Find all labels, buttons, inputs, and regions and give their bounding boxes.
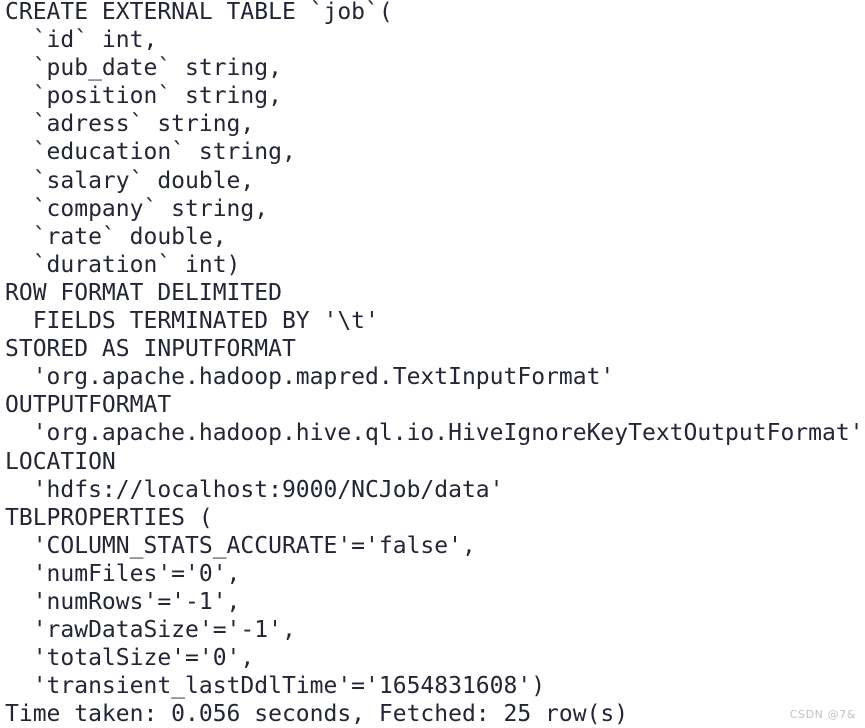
- code-line: 'transient_lastDdlTime'='1654831608'): [5, 673, 546, 700]
- code-line: CREATE EXTERNAL TABLE `job`(: [5, 0, 393, 25]
- code-line: 'numRows'='-1',: [5, 588, 241, 615]
- code-line: 'rawDataSize'='-1',: [5, 617, 296, 644]
- code-line: 'hdfs://localhost:9000/NCJob/data': [5, 476, 504, 503]
- code-line: OUTPUTFORMAT: [5, 392, 172, 419]
- code-line: STORED AS INPUTFORMAT: [5, 336, 296, 363]
- code-line: `salary` double,: [5, 167, 255, 194]
- code-line: `rate` double,: [5, 223, 227, 250]
- code-line: `position` string,: [5, 83, 282, 110]
- code-line: `id` int,: [5, 27, 158, 54]
- code-line: 'totalSize'='0',: [5, 645, 255, 672]
- code-line: LOCATION: [5, 448, 116, 475]
- code-line: 'org.apache.hadoop.hive.ql.io.HiveIgnore…: [5, 420, 864, 447]
- terminal-output: CREATE EXTERNAL TABLE `job`( `id` int, `…: [0, 0, 865, 727]
- code-line: 'numFiles'='0',: [5, 560, 241, 587]
- code-line: ROW FORMAT DELIMITED: [5, 279, 282, 306]
- code-line: `pub_date` string,: [5, 55, 282, 82]
- code-line: 'COLUMN_STATS_ACCURATE'='false',: [5, 532, 476, 559]
- code-line: TBLPROPERTIES (: [5, 504, 213, 531]
- code-line: 'org.apache.hadoop.mapred.TextInputForma…: [5, 364, 615, 391]
- code-line: `adress` string,: [5, 111, 255, 138]
- code-line: `duration` int): [5, 251, 241, 278]
- code-line: `education` string,: [5, 139, 296, 166]
- csdn-watermark: CSDN @7&: [789, 708, 856, 721]
- code-line: FIELDS TERMINATED BY '\t': [5, 308, 379, 335]
- status-line: Time taken: 0.056 seconds, Fetched: 25 r…: [5, 701, 629, 728]
- code-line: `company` string,: [5, 195, 269, 222]
